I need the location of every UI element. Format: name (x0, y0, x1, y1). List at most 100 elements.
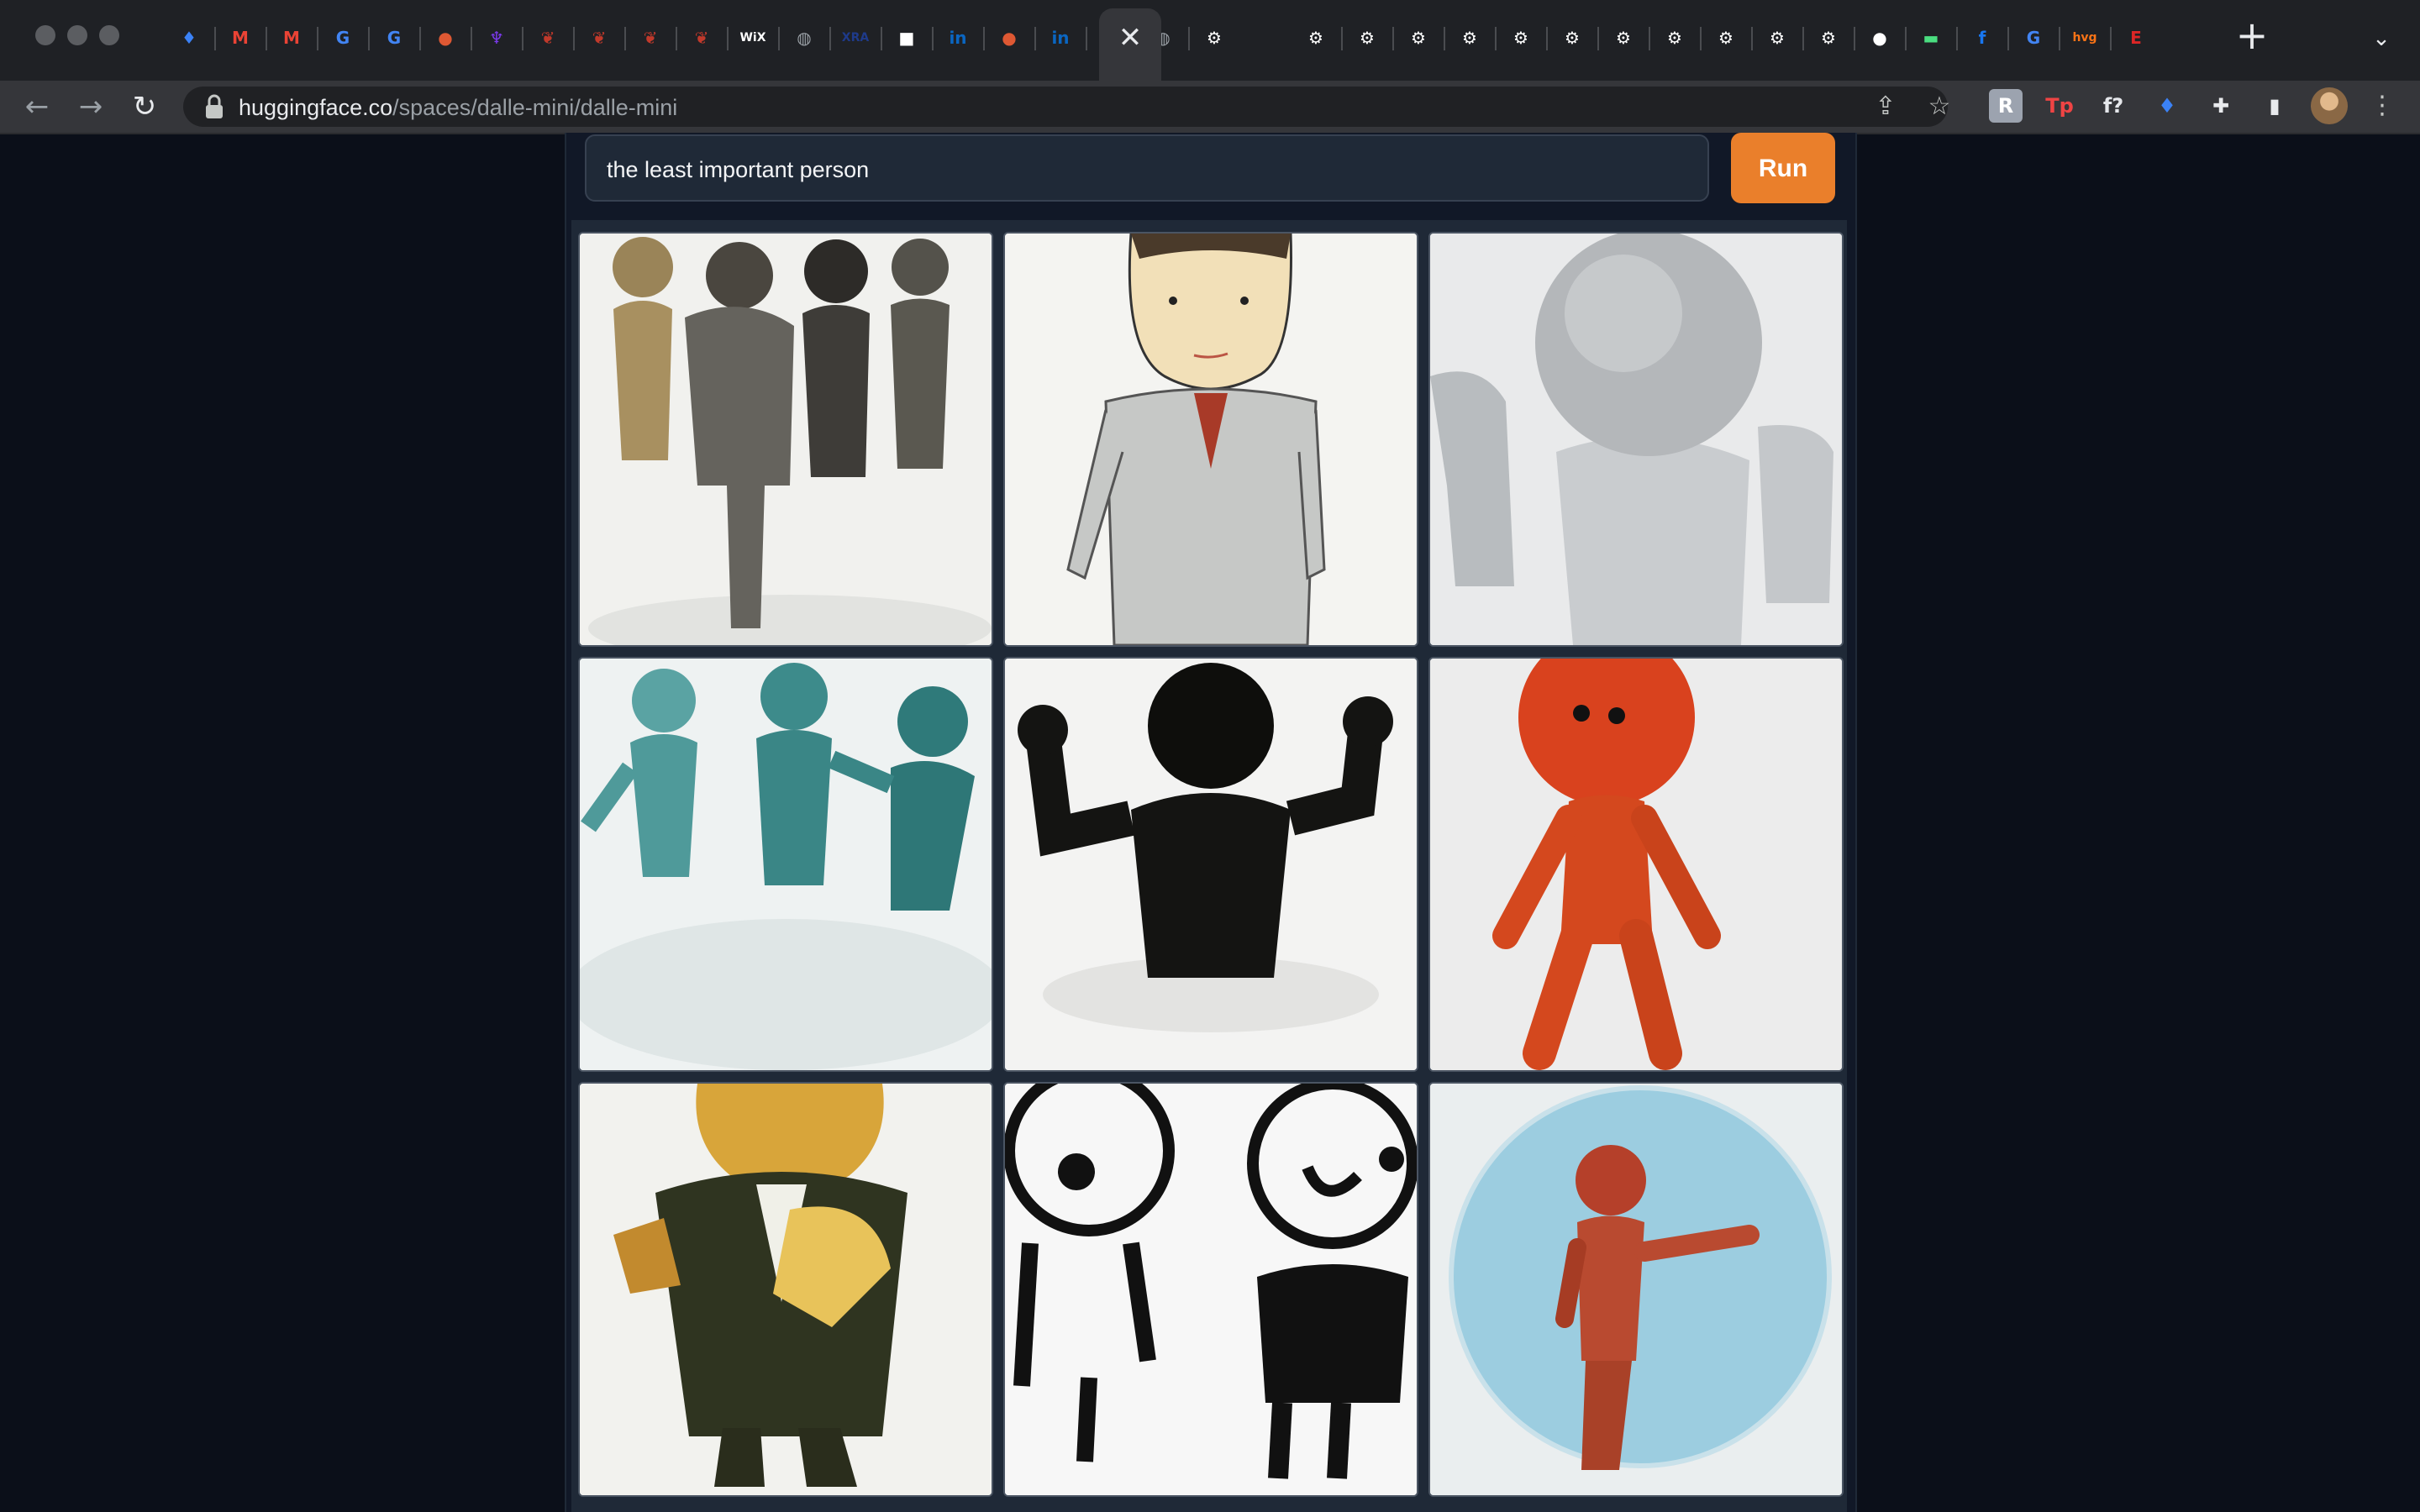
diamond-icon[interactable]: ♦ (175, 24, 203, 52)
duckduckgo-icon[interactable]: ● (995, 24, 1023, 52)
tab-separator (2059, 27, 2060, 50)
tab-separator (266, 27, 267, 50)
close-window-dot[interactable] (35, 25, 55, 45)
tab-separator (983, 27, 985, 50)
menu-dots-icon[interactable]: ⋮ (2368, 87, 2396, 124)
purple-app-icon[interactable]: ♆ (482, 24, 511, 52)
reload-button[interactable]: ↻ (124, 87, 165, 127)
xra-icon[interactable]: XRA (841, 24, 870, 52)
red-flag-icon[interactable]: ❦ (534, 24, 562, 52)
close-icon[interactable]: ✕ (1114, 22, 1146, 54)
chevron-down-icon[interactable]: ⌄ (2368, 25, 2395, 52)
gmail-icon[interactable]: M (226, 24, 255, 52)
gear-icon[interactable]: ⚙ (1507, 24, 1535, 52)
gear-icon[interactable]: ⚙ (1763, 24, 1791, 52)
generated-image-9[interactable] (1428, 1082, 1844, 1497)
gear-icon[interactable]: ⚙ (1660, 24, 1689, 52)
google-icon[interactable]: G (329, 24, 357, 52)
tab-separator (932, 27, 934, 50)
red-flag-icon[interactable]: ❦ (585, 24, 613, 52)
tab-separator (1597, 27, 1599, 50)
prompt-input[interactable]: the least important person (585, 134, 1709, 202)
gear-icon[interactable]: ⚙ (1712, 24, 1740, 52)
gear-icon[interactable]: ⚙ (1302, 24, 1330, 52)
new-tab-button[interactable]: + (2235, 16, 2269, 55)
tab-separator (778, 27, 780, 50)
tab-separator (2007, 27, 2009, 50)
facebook-icon[interactable]: f (1968, 24, 1996, 52)
tab-separator (1802, 27, 1804, 50)
red-flag-icon[interactable]: ❦ (636, 24, 665, 52)
red-flag-icon[interactable]: ❦ (687, 24, 716, 52)
linkedin-icon[interactable]: in (944, 24, 972, 52)
gear-icon[interactable]: ⚙ (1200, 24, 1228, 52)
tab-separator (1905, 27, 1907, 50)
tab-separator (214, 27, 216, 50)
tab-separator (573, 27, 575, 50)
tab-separator (727, 27, 729, 50)
tab-separator (1444, 27, 1445, 50)
tab-separator (1700, 27, 1702, 50)
tab-separator (1392, 27, 1394, 50)
puzzle-icon[interactable]: ✚ (2204, 89, 2238, 123)
globe-icon[interactable]: ◍ (790, 24, 818, 52)
tab-separator (1086, 27, 1087, 50)
url-path: /spaces/dalle-mini/dalle-mini (392, 95, 678, 120)
tab-separator (1649, 27, 1650, 50)
share-icon[interactable]: ⇪ (1869, 90, 1902, 123)
tab-separator (1956, 27, 1958, 50)
image-gallery (571, 220, 1847, 1512)
generated-image-8[interactable] (1003, 1082, 1418, 1497)
green-app-icon[interactable]: ▬ (1917, 24, 1945, 52)
function-extension-icon[interactable]: f? (2096, 89, 2130, 123)
gear-icon[interactable]: ⚙ (1353, 24, 1381, 52)
url-domain: huggingface.co (239, 95, 393, 120)
hvg-icon[interactable]: hvg (2070, 24, 2099, 52)
wix-icon[interactable]: WiX (739, 24, 767, 52)
zoom-window-dot[interactable] (99, 25, 119, 45)
avatar[interactable] (2311, 87, 2348, 124)
tab-separator (624, 27, 626, 50)
white-square-icon[interactable]: ■ (892, 24, 921, 52)
linkedin-icon[interactable]: in (1046, 24, 1075, 52)
gmail-icon[interactable]: M (277, 24, 306, 52)
generated-image-6[interactable] (1428, 657, 1844, 1072)
diamond-extension-icon[interactable]: ♦ (2150, 89, 2184, 123)
tab-separator (1188, 27, 1190, 50)
google-icon[interactable]: G (2019, 24, 2048, 52)
back-button[interactable]: ← (17, 87, 57, 127)
lock-icon (206, 94, 223, 118)
side-panel-icon[interactable]: ▮ (2258, 89, 2291, 123)
minimize-window-dot[interactable] (67, 25, 87, 45)
generated-image-7[interactable] (578, 1082, 993, 1497)
forward-button[interactable]: → (71, 87, 111, 127)
generated-image-1[interactable] (578, 232, 993, 647)
generated-image-5[interactable] (1003, 657, 1418, 1072)
run-button[interactable]: Run (1731, 133, 1835, 203)
gear-icon[interactable]: ⚙ (1404, 24, 1433, 52)
url-text[interactable]: huggingface.co/spaces/dalle-mini/dalle-m… (239, 87, 677, 128)
tab-separator (1034, 27, 1036, 50)
gear-icon[interactable]: ⚙ (1609, 24, 1638, 52)
github-icon[interactable]: ● (1865, 24, 1894, 52)
tab-separator (1751, 27, 1753, 50)
generated-image-3[interactable] (1428, 232, 1844, 647)
tab-separator (829, 27, 831, 50)
gear-icon[interactable]: ⚙ (1814, 24, 1843, 52)
tab-separator (419, 27, 421, 50)
browser-tab-strip: ♦MMGG●♆❦❦❦❦WiX◍XRA■in●inin◍⚙⚙⚙⚙⚙⚙⚙⚙⚙⚙⚙⚙●… (0, 0, 2420, 81)
tab-separator (881, 27, 882, 50)
tab-separator (1854, 27, 1855, 50)
generated-image-4[interactable] (578, 657, 993, 1072)
r-extension-icon[interactable]: R (1989, 89, 2023, 123)
generated-image-2[interactable] (1003, 232, 1418, 647)
gear-icon[interactable]: ⚙ (1455, 24, 1484, 52)
bookmark-star-icon[interactable]: ☆ (1923, 90, 1956, 123)
tp-extension-icon[interactable]: Tp (2043, 89, 2076, 123)
e-icon[interactable]: E (2122, 24, 2150, 52)
google-icon[interactable]: G (380, 24, 408, 52)
gear-icon[interactable]: ⚙ (1558, 24, 1586, 52)
tab-separator (317, 27, 318, 50)
duckduckgo-icon[interactable]: ● (431, 24, 460, 52)
tab-separator (522, 27, 523, 50)
